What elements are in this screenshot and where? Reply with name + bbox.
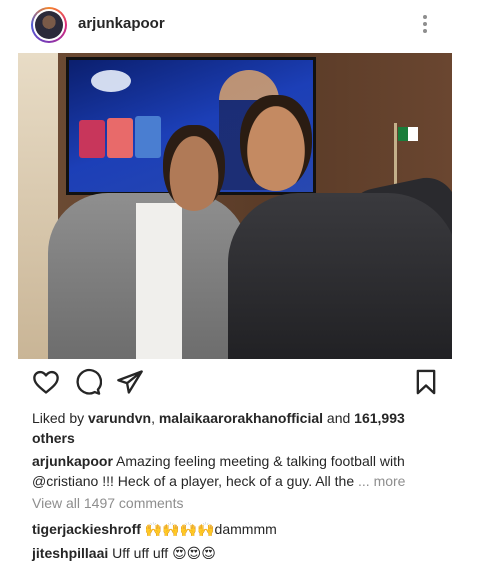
bookmark-icon[interactable] [412, 368, 440, 396]
post-photo[interactable] [18, 53, 452, 359]
comment-text: 🙌🙌🙌🙌dammmm [140, 521, 277, 537]
comment: jiteshpillaai Uff uff uff 😍😍😍 [32, 543, 216, 563]
likes-prefix: Liked by [32, 410, 89, 426]
likes-and: and [323, 410, 355, 426]
liker-username[interactable]: malaikaarorakhanofficial [159, 410, 323, 426]
post-caption: arjunkapoor Amazing feeling meeting & ta… [32, 451, 452, 491]
comment-username[interactable]: tigerjackieshroff [32, 521, 141, 537]
tv-suitcase [107, 118, 133, 158]
share-icon[interactable] [116, 368, 144, 396]
likes-separator: , [151, 410, 159, 426]
person-left-head [163, 125, 225, 211]
flag [398, 127, 418, 141]
caption-more-link[interactable]: more [374, 473, 406, 489]
tv-suitcase [79, 120, 105, 158]
action-bar [0, 368, 479, 400]
likes-others[interactable]: others [32, 430, 75, 446]
likes-summary: Liked by varundvn, malaikaarorakhanoffic… [32, 408, 442, 448]
comment-icon[interactable] [74, 368, 102, 396]
person-left-shirt [136, 203, 182, 359]
comment: tigerjackieshroff 🙌🙌🙌🙌dammmm [32, 519, 277, 539]
caption-text: !!! Heck of a player, heck of a guy. All… [98, 473, 358, 489]
liker-username[interactable]: varundvn [88, 410, 151, 426]
avatar-ring [33, 9, 65, 41]
comment-username[interactable]: jiteshpillaai [32, 545, 108, 561]
caption-mention[interactable]: @cristiano [32, 473, 98, 489]
tv-suitcase [135, 116, 161, 158]
avatar-photo [35, 11, 63, 39]
post-username[interactable]: arjunkapoor [78, 15, 165, 32]
post-header: arjunkapoor [0, 0, 479, 50]
likes-count[interactable]: 161,993 [354, 410, 405, 426]
person-right-body [228, 193, 452, 359]
caption-ellipsis: ... [358, 473, 370, 489]
heart-icon[interactable] [32, 368, 60, 396]
avatar[interactable] [31, 7, 67, 43]
person-right-head [240, 95, 312, 191]
tv-logo [91, 70, 131, 92]
more-vertical-icon[interactable] [420, 13, 430, 37]
view-all-comments-link[interactable]: View all 1497 comments [32, 495, 183, 511]
caption-username[interactable]: arjunkapoor [32, 453, 113, 469]
caption-text: Amazing feeling meeting & talking footba… [112, 453, 405, 469]
comment-text: Uff uff uff 😍😍😍 [108, 545, 216, 561]
